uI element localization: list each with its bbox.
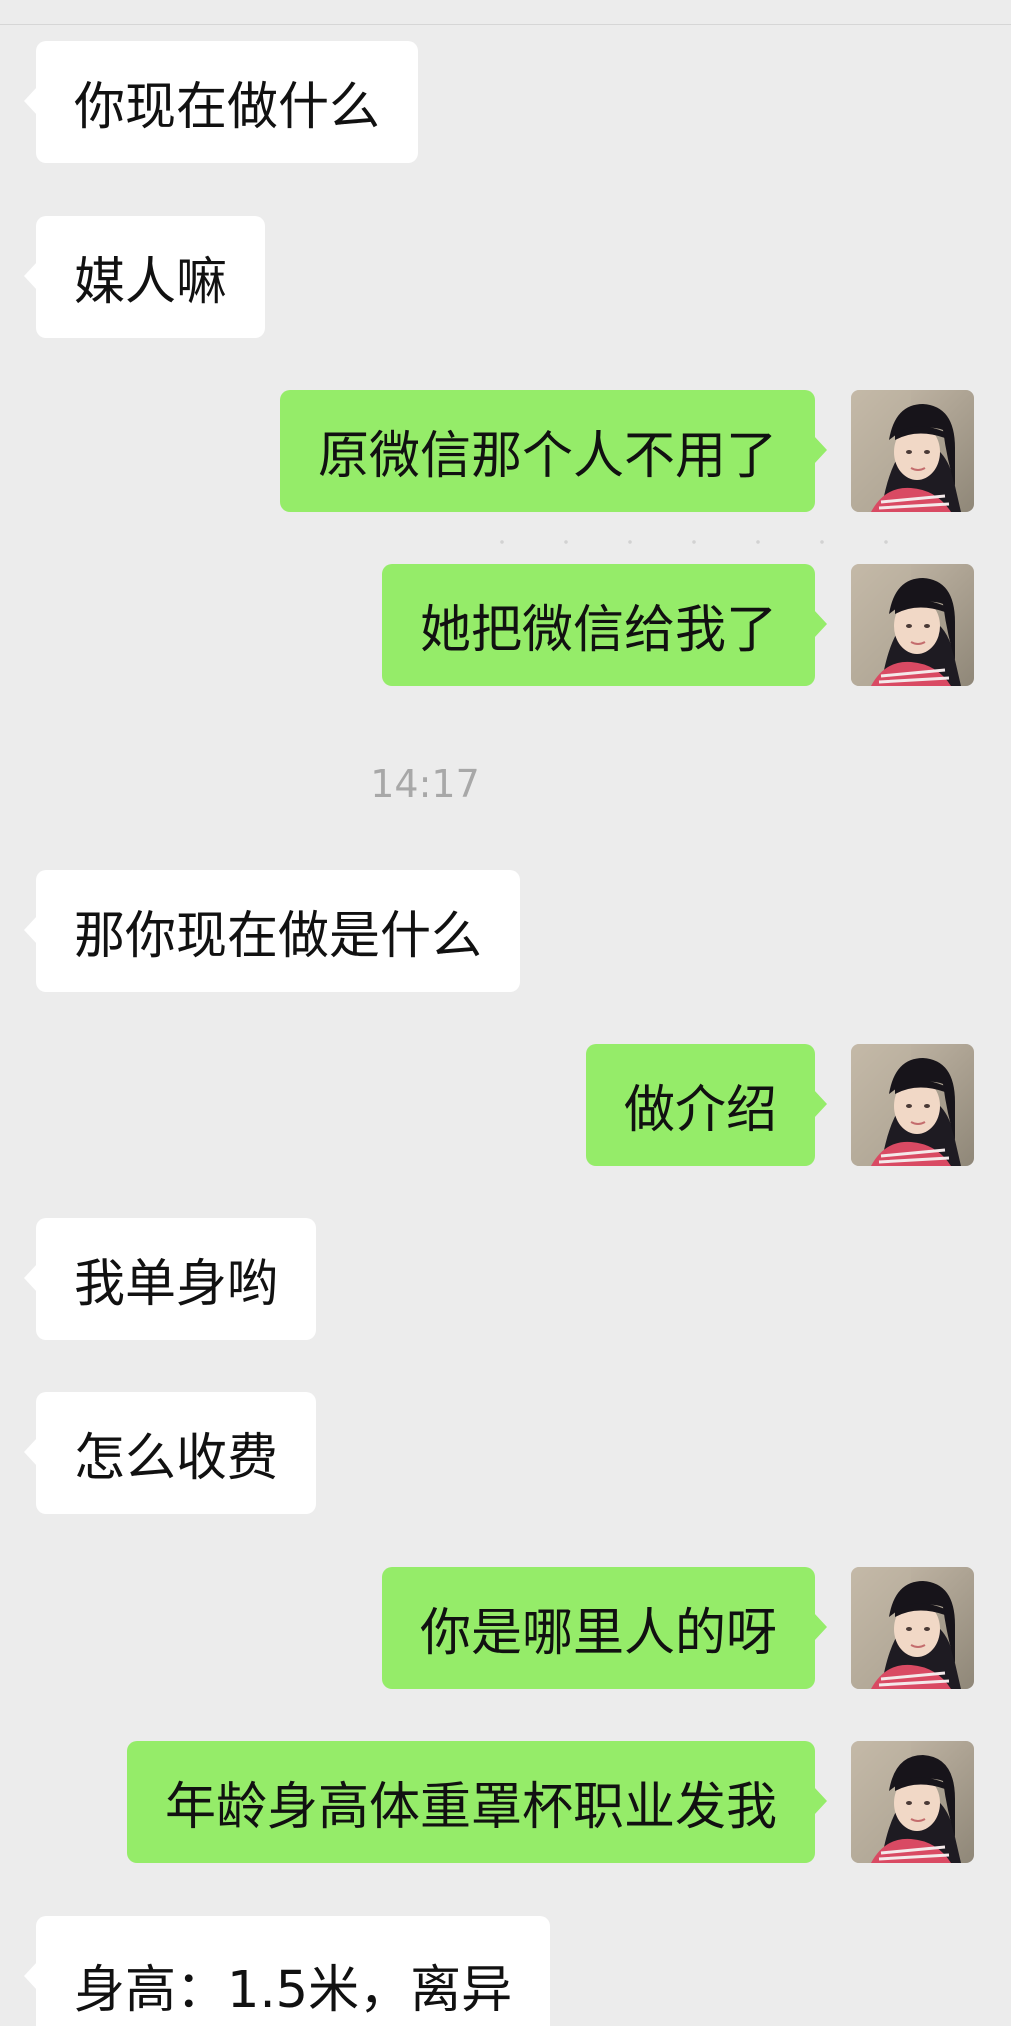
message-bubble-incoming[interactable]: 你现在做什么 <box>23 41 419 163</box>
message-text: 那你现在做是什么 <box>74 907 483 966</box>
message-text: 身高：1.5米，离异 <box>74 1961 513 2020</box>
message-text: 做介绍 <box>623 1081 777 1140</box>
message-bubble-incoming[interactable]: 怎么收费 <box>23 1392 317 1514</box>
message-bubble-incoming[interactable]: 身高：1.5米，离异 <box>23 1916 551 2026</box>
message-text: 我单身哟 <box>74 1255 279 1314</box>
message-text: 你是哪里人的呀 <box>419 1604 777 1663</box>
message-bubble-incoming[interactable]: 那你现在做是什么 <box>23 870 521 992</box>
message-text: 媒人嘛 <box>74 253 228 312</box>
message-bubble-outgoing[interactable]: 做介绍 <box>585 1044 828 1166</box>
message-bubble-outgoing[interactable]: 原微信那个人不用了 <box>279 390 828 512</box>
own-avatar[interactable] <box>851 564 974 686</box>
message-text: 她把微信给我了 <box>419 601 777 660</box>
own-avatar[interactable] <box>851 1567 974 1689</box>
message-text: 原微信那个人不用了 <box>317 427 777 486</box>
faint-dots-decoration <box>470 540 940 544</box>
message-text: 你现在做什么 <box>74 78 381 137</box>
message-bubble-outgoing[interactable]: 她把微信给我了 <box>381 564 828 686</box>
own-avatar[interactable] <box>851 1741 974 1863</box>
message-text: 怎么收费 <box>74 1429 279 1488</box>
top-divider <box>0 24 1011 25</box>
message-bubble-incoming[interactable]: 媒人嘛 <box>23 216 266 338</box>
message-timestamp: 14:17 <box>370 762 480 806</box>
message-text: 年龄身高体重罩杯职业发我 <box>164 1778 777 1837</box>
message-bubble-outgoing[interactable]: 年龄身高体重罩杯职业发我 <box>126 1741 828 1863</box>
own-avatar[interactable] <box>851 1044 974 1166</box>
message-bubble-outgoing[interactable]: 你是哪里人的呀 <box>381 1567 828 1689</box>
own-avatar[interactable] <box>851 390 974 512</box>
message-bubble-incoming[interactable]: 我单身哟 <box>23 1218 317 1340</box>
